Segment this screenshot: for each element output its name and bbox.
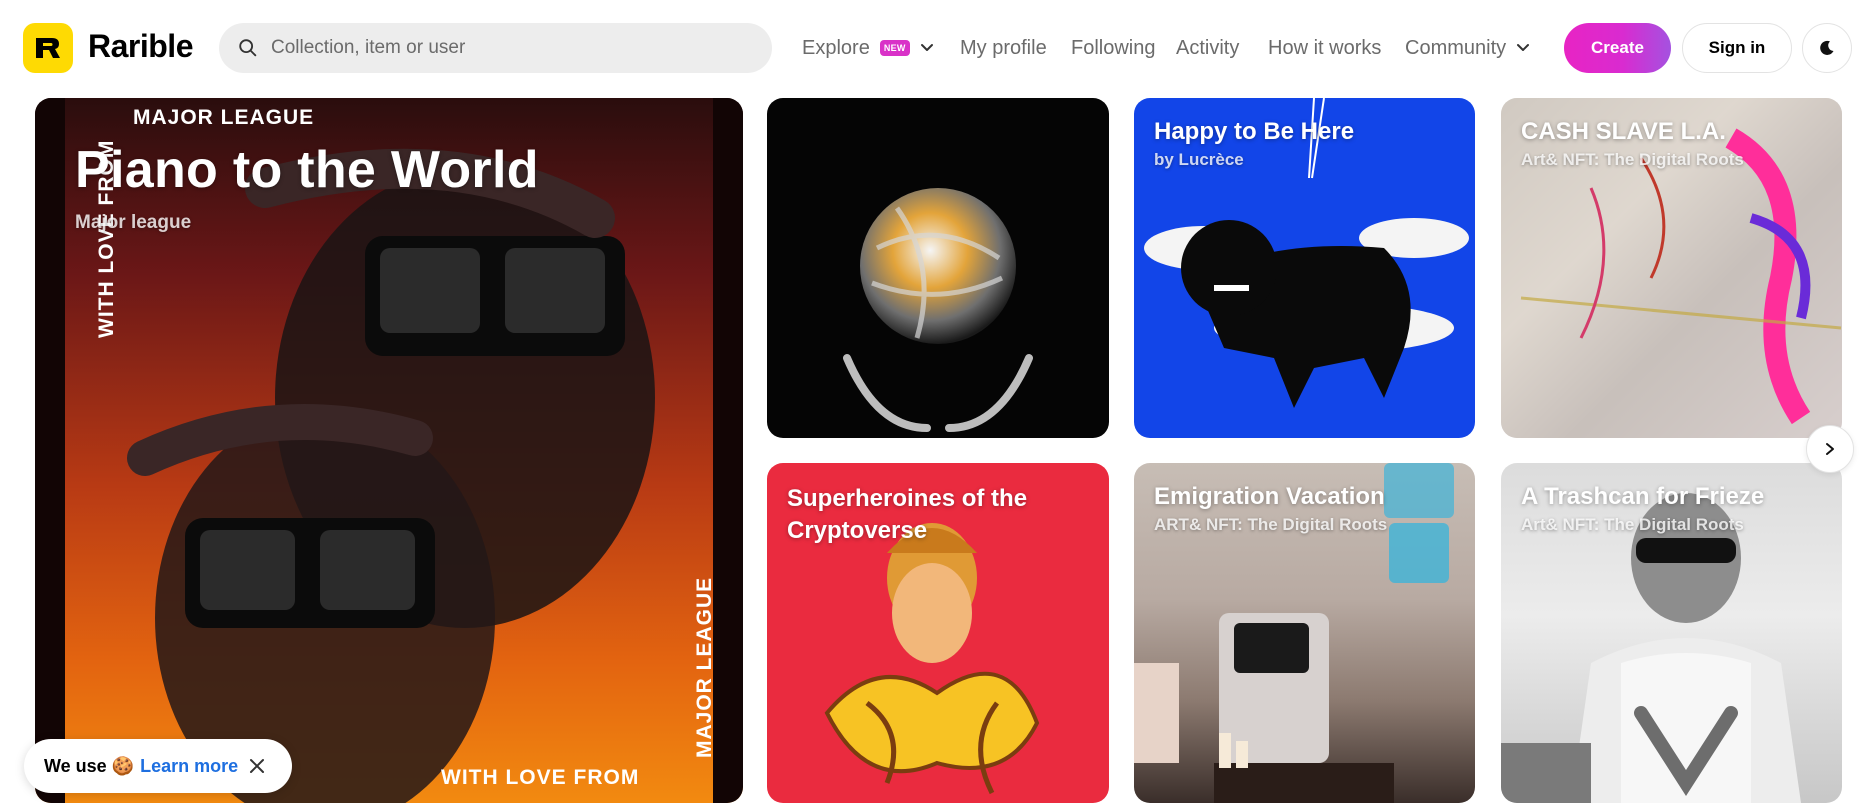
carousel-next-button[interactable] [1806,425,1854,473]
collection-card-happy-to-be-here[interactable]: Happy to Be Here by Lucrèce [1134,98,1475,438]
top-header: Rarible Explore NEW My profile Following… [0,0,1869,96]
brand-name[interactable]: Rarible [88,28,193,65]
collection-card-emigration-vacation[interactable]: Emigration Vacation ART& NFT: The Digita… [1134,463,1475,803]
nav-community-label: Community [1405,36,1507,59]
nav-explore[interactable]: Explore NEW [802,30,934,66]
learn-more-link[interactable]: Learn more [140,756,238,777]
hero-subtitle: Major league [75,212,192,233]
emigration-artwork [1134,463,1454,803]
hero-artwork [127,148,655,803]
card-title: Emigration Vacation [1154,483,1385,510]
card-title: A Trashcan for Frieze [1521,483,1765,510]
chevron-down-icon [920,44,933,51]
card-title: CASH SLAVE L.A. [1521,118,1726,145]
collection-card-cash-slave[interactable]: CASH SLAVE L.A. Art& NFT: The Digital Ro… [1501,98,1842,438]
theme-toggle-button[interactable] [1802,23,1852,73]
card-subtitle: by Lucrèce [1154,150,1244,169]
nav-how-it-works[interactable]: How it works [1268,30,1381,66]
collection-card-trashcan-for-frieze[interactable]: A Trashcan for Frieze Art& NFT: The Digi… [1501,463,1842,803]
search-bar[interactable] [219,23,772,73]
hero-art-text-right: MAJOR LEAGUE [693,576,716,758]
moon-icon [1820,40,1834,55]
trashcan-artwork [1501,493,1801,803]
new-badge: NEW [879,40,910,56]
card-subtitle: Art& NFT: The Digital Roots [1521,150,1744,169]
search-input[interactable] [271,37,751,59]
close-icon[interactable] [248,757,266,775]
card-title: Happy to Be Here [1154,118,1355,145]
nav-community[interactable]: Community [1405,30,1530,66]
hero-card[interactable]: MAJOR LEAGUE WITH LOVE FROM WITH LOVE FR… [35,98,743,803]
cookie-banner: We use 🍪 Learn more [24,739,292,793]
happy-artwork [1144,98,1469,408]
cash-artwork [1501,98,1842,438]
nav-following[interactable]: Following [1071,30,1155,66]
hero-title: Piano to the World [75,141,539,199]
chevron-right-icon [1826,443,1834,455]
chevron-down-icon [1517,44,1530,51]
card-title: Superheroines of the Cryptoverse [787,485,1028,544]
nav-explore-label: Explore [802,36,870,59]
sign-in-button[interactable]: Sign in [1682,23,1792,73]
create-button[interactable]: Create [1564,23,1671,73]
hero-art-text-top: MAJOR LEAGUE [133,106,315,129]
hero-art-text-bottom: WITH LOVE FROM [441,766,640,789]
nav-activity[interactable]: Activity [1176,30,1239,66]
collection-card-superheroines[interactable]: Superheroines of the Cryptoverse [767,463,1109,803]
orb-artwork [843,188,1033,432]
cookie-text: We use 🍪 [44,755,135,776]
collection-card-orb[interactable] [767,98,1109,438]
card-subtitle: Art& NFT: The Digital Roots [1521,515,1744,534]
rarible-logo[interactable] [23,23,73,73]
search-icon [239,39,257,57]
nav-my-profile[interactable]: My profile [960,30,1047,66]
logo-mark-icon [36,38,60,58]
card-subtitle: ART& NFT: The Digital Roots [1154,515,1388,534]
